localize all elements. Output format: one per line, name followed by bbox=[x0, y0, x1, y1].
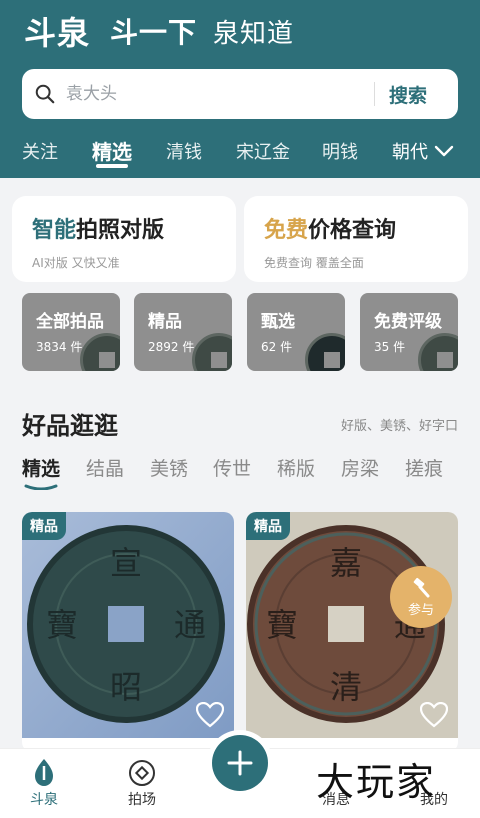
filter-tab-patina[interactable]: 美锈 bbox=[150, 454, 188, 481]
category-selected[interactable]: 甄选 62 件 bbox=[247, 293, 345, 371]
category-all-items[interactable]: 全部拍品 3834 件 bbox=[22, 293, 120, 371]
promo-ai-title: 智能拍照对版 bbox=[32, 218, 165, 243]
filter-tab-beam[interactable]: 房梁 bbox=[341, 454, 379, 481]
search-bar[interactable]: 搜索 bbox=[22, 69, 458, 119]
filter-tab-crystal[interactable]: 结晶 bbox=[86, 454, 124, 481]
main-content: 智能拍照对版 AI对版 又快又准 免费价格查询 免费查询 覆盖全面 全部拍品 3… bbox=[0, 178, 480, 752]
filter-tab-rare[interactable]: 稀版 bbox=[277, 454, 315, 481]
filter-tab-featured[interactable]: 精选 bbox=[22, 454, 60, 481]
dynasty-label: 朝代 bbox=[392, 142, 428, 163]
premium-badge: 精品 bbox=[22, 512, 66, 540]
spade-coin-icon bbox=[35, 759, 53, 786]
category-tabs: 关注 精选 清钱 宋辽金 明钱 朝代 bbox=[0, 134, 480, 174]
search-icon bbox=[35, 84, 55, 104]
filter-tab-rubbing[interactable]: 搓痕 bbox=[405, 454, 443, 481]
category-premium[interactable]: 精品 2892 件 bbox=[134, 293, 232, 371]
nav-douquan[interactable]: 斗泉 bbox=[4, 757, 84, 809]
filter-tab-heirloom[interactable]: 传世 bbox=[213, 454, 251, 481]
brand-slogan-b: 泉知道 bbox=[213, 18, 295, 49]
bottom-nav: 斗泉 拍场 消息 我的 大玩家 bbox=[0, 735, 480, 818]
header: 斗泉 斗一下 泉知道 搜索 关注 精选 清钱 宋辽金 明钱 朝代 bbox=[0, 0, 480, 178]
category-title: 免费评级 bbox=[374, 312, 442, 332]
chevron-down-icon bbox=[434, 145, 454, 157]
category-free-grading[interactable]: 免费评级 35 件 bbox=[360, 293, 458, 371]
publish-button[interactable] bbox=[212, 735, 268, 791]
tab-active-indicator bbox=[96, 164, 128, 168]
section-title: 好品逛逛 bbox=[22, 412, 118, 440]
search-button[interactable]: 搜索 bbox=[389, 81, 427, 108]
filter-tab-indicator bbox=[24, 484, 58, 490]
product-card[interactable]: 宣 通 昭 寶 精品 bbox=[22, 512, 234, 752]
coin-char-top: 宣 bbox=[110, 544, 142, 582]
bid-label: 参与 bbox=[407, 602, 434, 618]
tab-song-liao-jin[interactable]: 宋辽金 bbox=[236, 138, 290, 164]
tab-featured[interactable]: 精选 bbox=[92, 136, 132, 165]
bid-button[interactable]: 参与 bbox=[390, 566, 452, 628]
coin-char-left: 寶 bbox=[266, 606, 298, 644]
search-divider bbox=[374, 82, 375, 106]
nav-label: 拍场 bbox=[128, 792, 156, 808]
category-title: 精品 bbox=[148, 312, 182, 332]
coin-char-right: 通 bbox=[174, 606, 206, 644]
tab-qing-coins[interactable]: 清钱 bbox=[166, 138, 202, 164]
search-input[interactable] bbox=[66, 84, 366, 104]
tab-ming-coins[interactable]: 明钱 bbox=[322, 138, 358, 164]
brand-slogan-a: 斗一下 bbox=[110, 16, 198, 49]
watermark: 大玩家 bbox=[316, 760, 437, 804]
promo-price-subtitle: 免费查询 覆盖全面 bbox=[264, 256, 364, 270]
promo-ai-subtitle: AI对版 又快又准 bbox=[32, 256, 120, 270]
promo-price-title: 免费价格查询 bbox=[264, 218, 397, 243]
coin-char-bottom: 清 bbox=[330, 668, 362, 706]
brand-name: 斗泉 bbox=[24, 14, 91, 52]
tab-follow[interactable]: 关注 bbox=[22, 138, 58, 164]
product-card[interactable]: 嘉 通 清 寶 精品 参与 bbox=[246, 512, 458, 752]
gavel-icon bbox=[413, 577, 430, 597]
coin-char-top: 嘉 bbox=[330, 544, 362, 582]
dynasty-dropdown[interactable]: 朝代 bbox=[392, 138, 454, 164]
section-subtitle[interactable]: 好版、美锈、好字口 bbox=[341, 415, 458, 434]
category-title: 甄选 bbox=[261, 312, 295, 332]
coin-char-bottom: 昭 bbox=[110, 668, 142, 706]
nav-auction[interactable]: 拍场 bbox=[102, 757, 182, 809]
promo-ai-match[interactable]: 智能拍照对版 AI对版 又快又准 bbox=[12, 196, 236, 282]
heart-icon[interactable] bbox=[420, 702, 448, 728]
promo-price-query[interactable]: 免费价格查询 免费查询 覆盖全面 bbox=[244, 196, 468, 282]
heart-icon[interactable] bbox=[196, 702, 224, 728]
brand-logo: 斗泉 斗一下 泉知道 bbox=[24, 8, 294, 54]
category-title: 全部拍品 bbox=[36, 312, 104, 332]
nav-label: 斗泉 bbox=[30, 792, 58, 808]
coin-char-left: 寶 bbox=[46, 606, 78, 644]
premium-badge: 精品 bbox=[246, 512, 290, 540]
coin-icon bbox=[129, 760, 155, 786]
plus-icon bbox=[227, 750, 253, 776]
